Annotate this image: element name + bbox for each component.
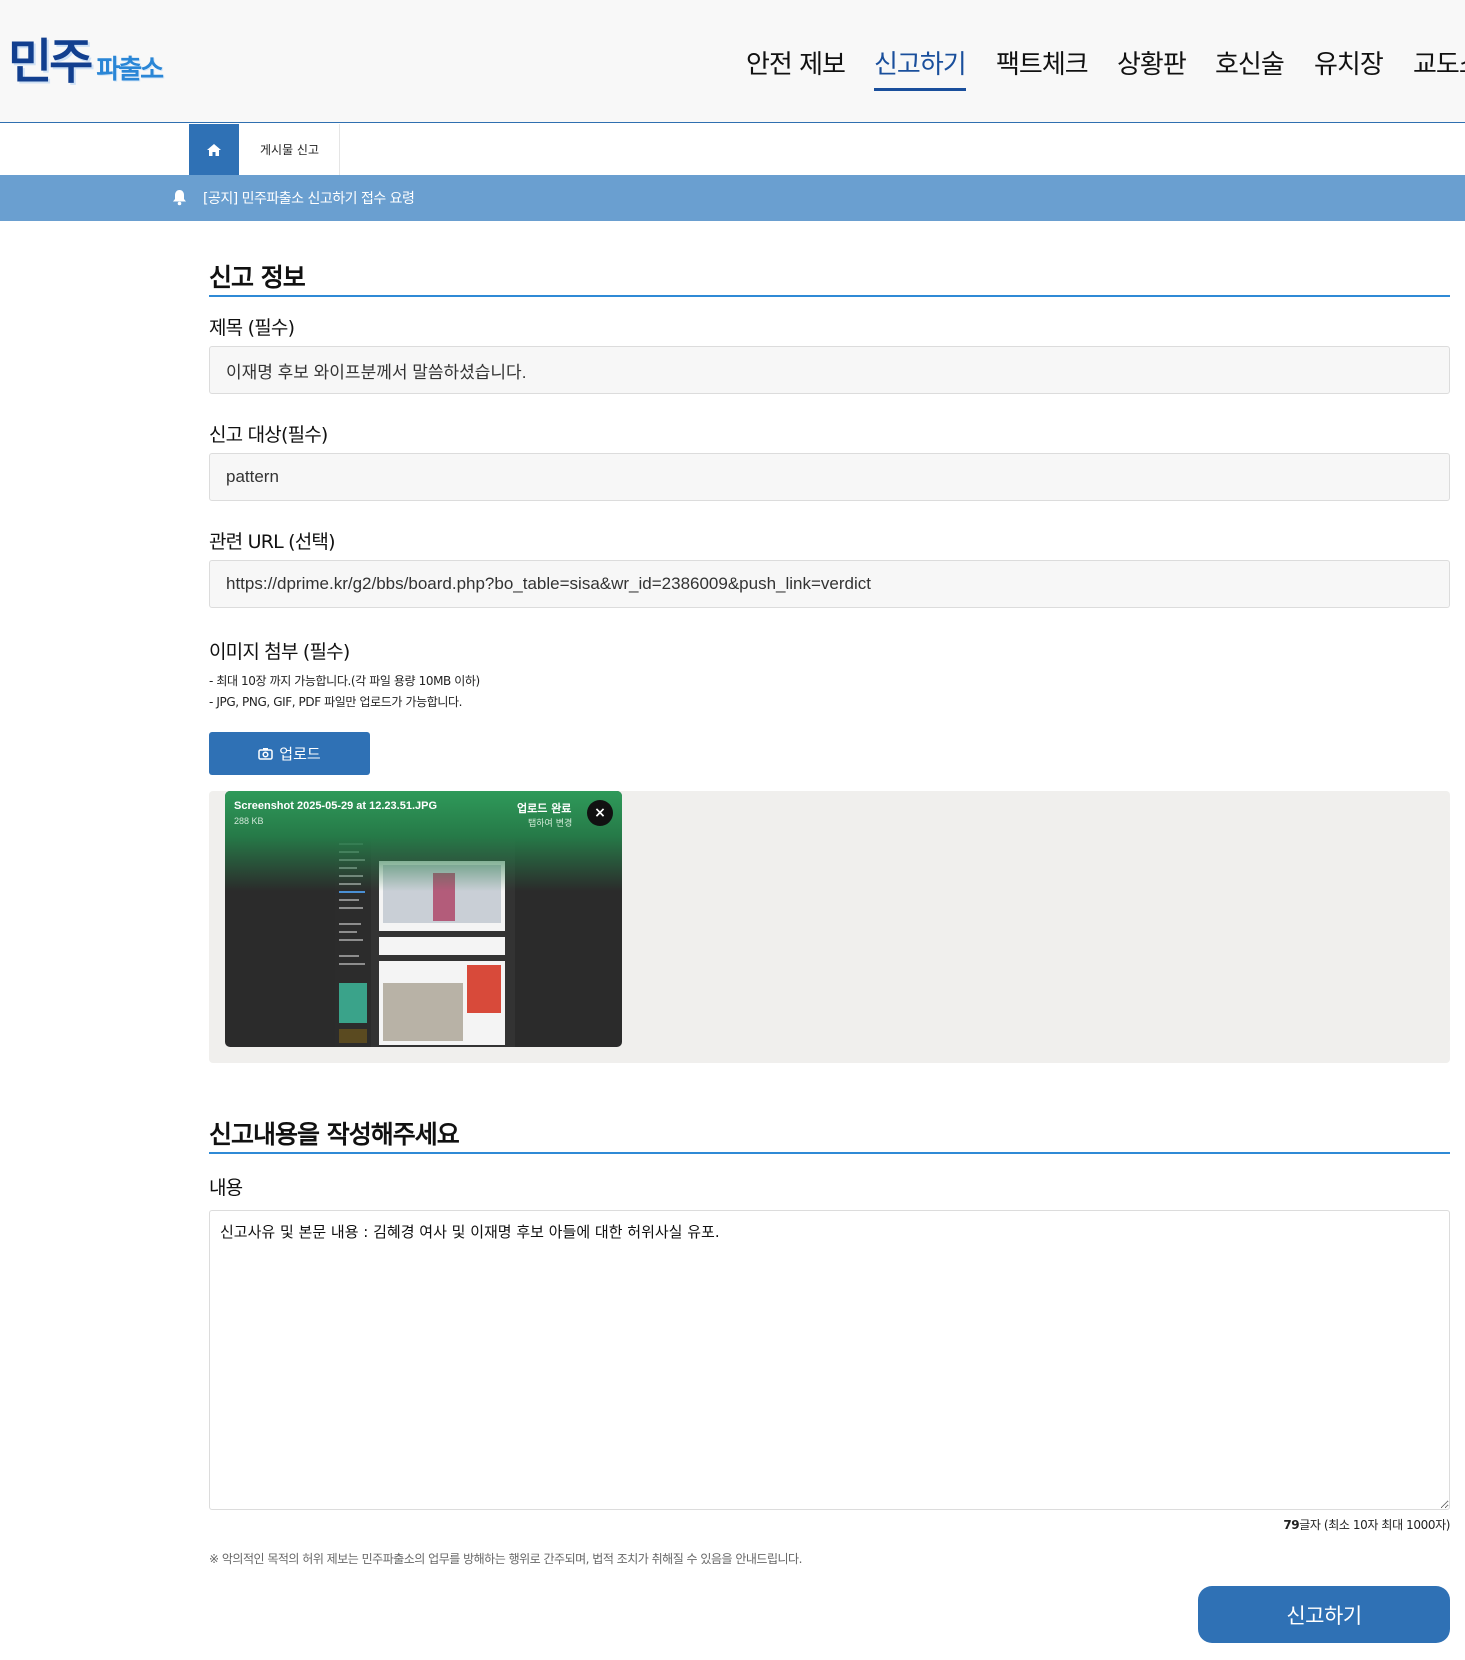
- upload-button-label: 업로드: [279, 745, 321, 763]
- breadcrumb: 게시물 신고: [0, 124, 1465, 175]
- target-input[interactable]: [209, 453, 1450, 501]
- target-label: 신고 대상(필수): [209, 424, 328, 446]
- title-input[interactable]: [209, 346, 1450, 394]
- title-label: 제목 (필수): [209, 317, 295, 339]
- image-help-size: - 최대 10장 까지 가능합니다.(각 파일 용량 10MB 이하): [209, 674, 480, 688]
- content-section-heading: 신고내용을 작성해주세요: [209, 1120, 460, 1149]
- nav-item-safety-report[interactable]: 안전 제보: [746, 44, 846, 81]
- breadcrumb-current: 게시물 신고: [240, 124, 340, 175]
- nav-item-status-board[interactable]: 상황판: [1117, 44, 1187, 81]
- submit-report-button[interactable]: 신고하기: [1198, 1586, 1450, 1643]
- nav-item-detention[interactable]: 유치장: [1314, 44, 1384, 81]
- url-label: 관련 URL (선택): [209, 531, 336, 553]
- tap-to-change-hint: 탭하여 변경: [528, 819, 573, 829]
- nav-item-factcheck[interactable]: 팩트체크: [996, 44, 1089, 81]
- nav-active-underline: [874, 88, 966, 91]
- notice-bar[interactable]: [공지] 민주파출소 신고하기 접수 요령: [0, 175, 1465, 221]
- home-icon: [207, 143, 221, 156]
- image-help-format: - JPG, PNG, GIF, PDF 파일만 업로드가 가능합니다.: [209, 695, 463, 709]
- nav-item-self-defense[interactable]: 호신술: [1215, 44, 1285, 81]
- url-input[interactable]: [209, 560, 1450, 608]
- site-header: 민주 파출소 안전 제보 신고하기 팩트체크 상황판 호신술 유치장 교도소: [0, 0, 1465, 123]
- report-info-heading: 신고 정보: [209, 263, 306, 292]
- notice-text[interactable]: [공지] 민주파출소 신고하기 접수 요령: [203, 188, 415, 208]
- close-icon: ×: [594, 805, 606, 821]
- upload-status: 업로드 완료: [517, 802, 572, 815]
- nav-item-prison[interactable]: 교도소: [1413, 44, 1465, 81]
- content-label: 내용: [209, 1177, 243, 1199]
- attachment-thumbnail[interactable]: Screenshot 2025-05-29 at 12.23.51.JPG 28…: [225, 791, 622, 1047]
- nav-item-report[interactable]: 신고하기: [874, 44, 967, 81]
- bell-icon: [173, 190, 186, 206]
- camera-icon: [258, 748, 274, 760]
- char-count-limits: 글자 (최소 10자 최대 1000자): [1299, 1518, 1450, 1532]
- char-count-value: 79: [1283, 1518, 1300, 1532]
- remove-attachment-button[interactable]: ×: [587, 800, 613, 826]
- content-textarea[interactable]: 신고사유 및 본문 내용 : 김혜경 여사 및 이재명 후보 아들에 대한 허위…: [209, 1210, 1450, 1510]
- attachment-file-name: Screenshot 2025-05-29 at 12.23.51.JPG: [234, 800, 438, 812]
- report-info-divider: [209, 295, 1450, 297]
- home-button[interactable]: [189, 124, 239, 175]
- attachment-file-size: 288 KB: [234, 816, 264, 826]
- image-label: 이미지 첨부 (필수): [209, 641, 350, 663]
- main-nav: 안전 제보 신고하기 팩트체크 상황판 호신술 유치장 교도소: [0, 0, 1465, 123]
- false-report-warning: ※ 악의적인 목적의 허위 제보는 민주파출소의 업무를 방해하는 행위로 간주…: [209, 1552, 802, 1566]
- char-counter: 79글자 (최소 10자 최대 1000자): [1283, 1516, 1450, 1533]
- upload-button[interactable]: 업로드: [209, 732, 370, 775]
- content-section-divider: [209, 1152, 1450, 1154]
